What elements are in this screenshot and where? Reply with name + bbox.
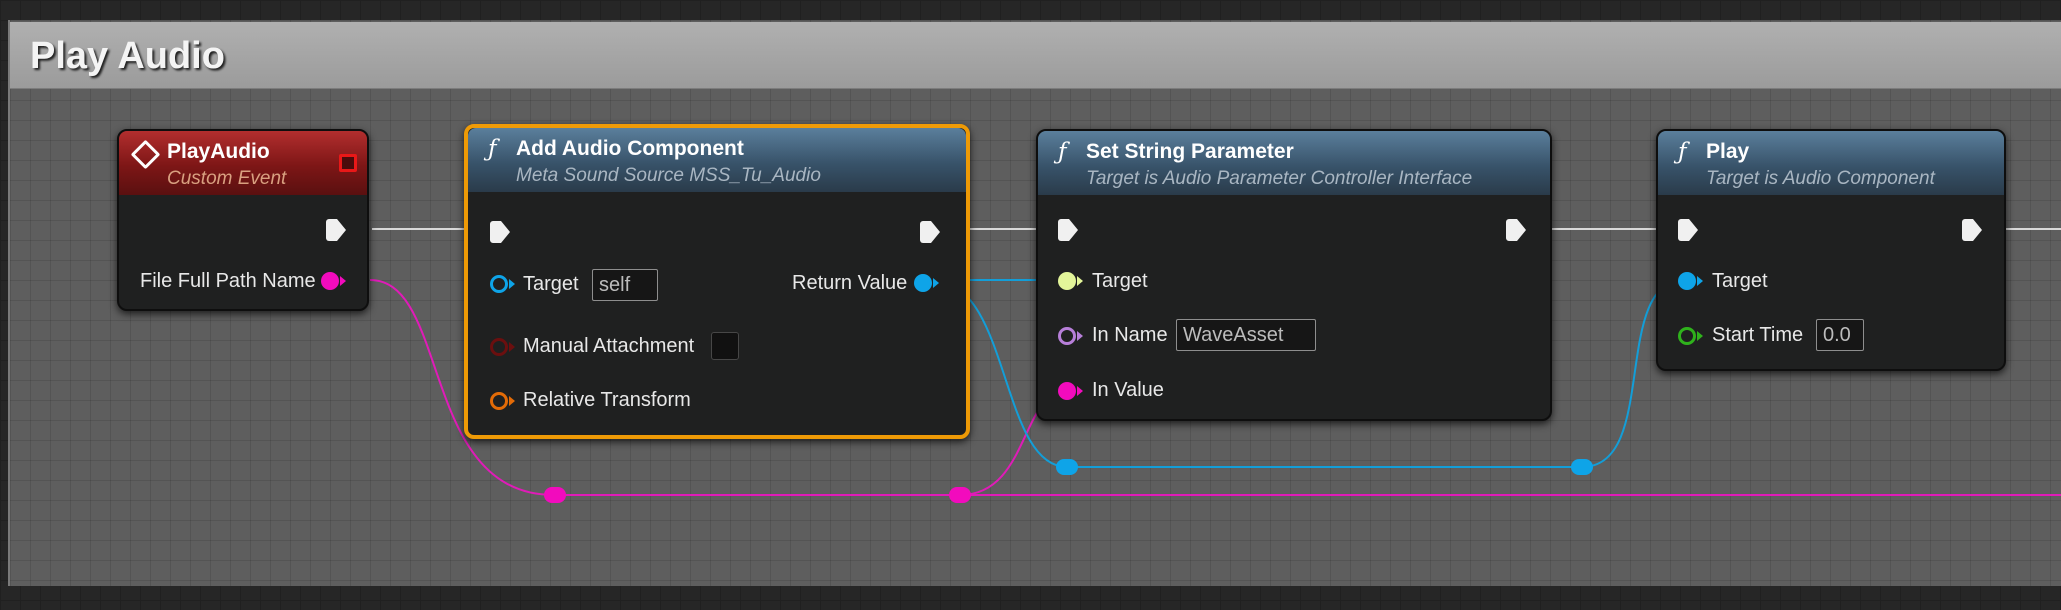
exec-output-pin[interactable] xyxy=(1962,219,1982,241)
in-name-value-field[interactable]: WaveAsset xyxy=(1176,319,1316,351)
interface-input-pin[interactable] xyxy=(1058,272,1076,290)
delegate-pin-icon[interactable] xyxy=(339,154,357,172)
exec-input-pin[interactable] xyxy=(1678,219,1698,241)
node-header: ƒ Play Target is Audio Component xyxy=(1658,131,2004,195)
node-title: Add Audio Component xyxy=(516,137,744,160)
name-input-pin[interactable] xyxy=(1058,327,1076,345)
node-subtitle: Custom Event xyxy=(167,168,287,189)
pin-label-target: Target xyxy=(1092,270,1148,292)
function-f-icon: ƒ xyxy=(1058,139,1067,165)
pin-label-in-value: In Value xyxy=(1092,379,1164,401)
pin-label-manual-attachment: Manual Attachment xyxy=(523,335,695,357)
struct-input-pin[interactable] xyxy=(490,392,508,410)
object-input-pin[interactable] xyxy=(1678,272,1696,290)
node-subtitle: Target is Audio Parameter Controller Int… xyxy=(1086,168,1473,189)
node-title: Set String Parameter xyxy=(1086,140,1294,163)
custom-event-diamond-icon xyxy=(130,139,161,170)
pin-label-start-time: Start Time xyxy=(1712,324,1804,346)
pin-arrow-icon xyxy=(1077,276,1083,286)
pin-arrow-icon xyxy=(509,342,515,352)
node-subtitle: Meta Sound Source MSS_Tu_Audio xyxy=(516,165,821,186)
float-input-pin[interactable] xyxy=(1678,327,1696,345)
exec-output-pin[interactable] xyxy=(920,221,940,243)
node-header: PlayAudio Custom Event xyxy=(119,131,367,195)
reroute-node-object[interactable] xyxy=(1571,459,1593,475)
pin-label-target: Target xyxy=(1712,270,1768,292)
start-time-value-field[interactable]: 0.0 xyxy=(1816,319,1864,351)
pin-label-file-full-path-name: File Full Path Name xyxy=(140,270,316,292)
pin-label-return-value: Return Value xyxy=(792,272,908,294)
node-title: PlayAudio xyxy=(167,140,270,163)
node-header: ƒ Set String Parameter Target is Audio P… xyxy=(1038,131,1550,195)
pin-arrow-icon xyxy=(1697,331,1703,341)
target-value-field[interactable]: self xyxy=(592,269,658,301)
reroute-node-string[interactable] xyxy=(544,487,566,503)
pin-arrow-icon xyxy=(509,279,515,289)
manual-attachment-checkbox[interactable] xyxy=(711,332,739,360)
object-input-pin[interactable] xyxy=(490,275,508,293)
pin-arrow-icon xyxy=(933,278,939,288)
play-audio-event-node[interactable]: PlayAudio Custom Event File Full Path Na… xyxy=(117,129,369,311)
play-node[interactable]: ƒ Play Target is Audio Component Target … xyxy=(1656,129,2006,371)
pin-arrow-icon xyxy=(1077,331,1083,341)
object-output-pin[interactable] xyxy=(914,274,932,292)
pin-arrow-icon xyxy=(1697,276,1703,286)
exec-input-pin[interactable] xyxy=(1058,219,1078,241)
bool-input-pin[interactable] xyxy=(490,338,508,356)
pin-arrow-icon xyxy=(509,396,515,406)
node-subtitle: Target is Audio Component xyxy=(1706,168,1935,189)
pin-label-target: Target xyxy=(523,273,579,295)
node-header: ƒ Add Audio Component Meta Sound Source … xyxy=(468,128,966,192)
pin-arrow-icon xyxy=(340,276,346,286)
exec-output-pin[interactable] xyxy=(326,219,346,241)
exec-input-pin[interactable] xyxy=(490,221,510,243)
node-title: Play xyxy=(1706,140,1750,163)
function-f-icon: ƒ xyxy=(488,136,497,162)
reroute-node-string[interactable] xyxy=(949,487,971,503)
add-audio-component-node[interactable]: ƒ Add Audio Component Meta Sound Source … xyxy=(464,124,970,439)
function-f-icon: ƒ xyxy=(1678,139,1687,165)
set-string-parameter-node[interactable]: ƒ Set String Parameter Target is Audio P… xyxy=(1036,129,1552,421)
pin-label-in-name: In Name xyxy=(1092,324,1168,346)
reroute-node-object[interactable] xyxy=(1056,459,1078,475)
string-output-pin[interactable] xyxy=(321,272,339,290)
pin-arrow-icon xyxy=(1077,386,1083,396)
string-input-pin[interactable] xyxy=(1058,382,1076,400)
pin-label-relative-transform: Relative Transform xyxy=(523,389,691,411)
exec-output-pin[interactable] xyxy=(1506,219,1526,241)
